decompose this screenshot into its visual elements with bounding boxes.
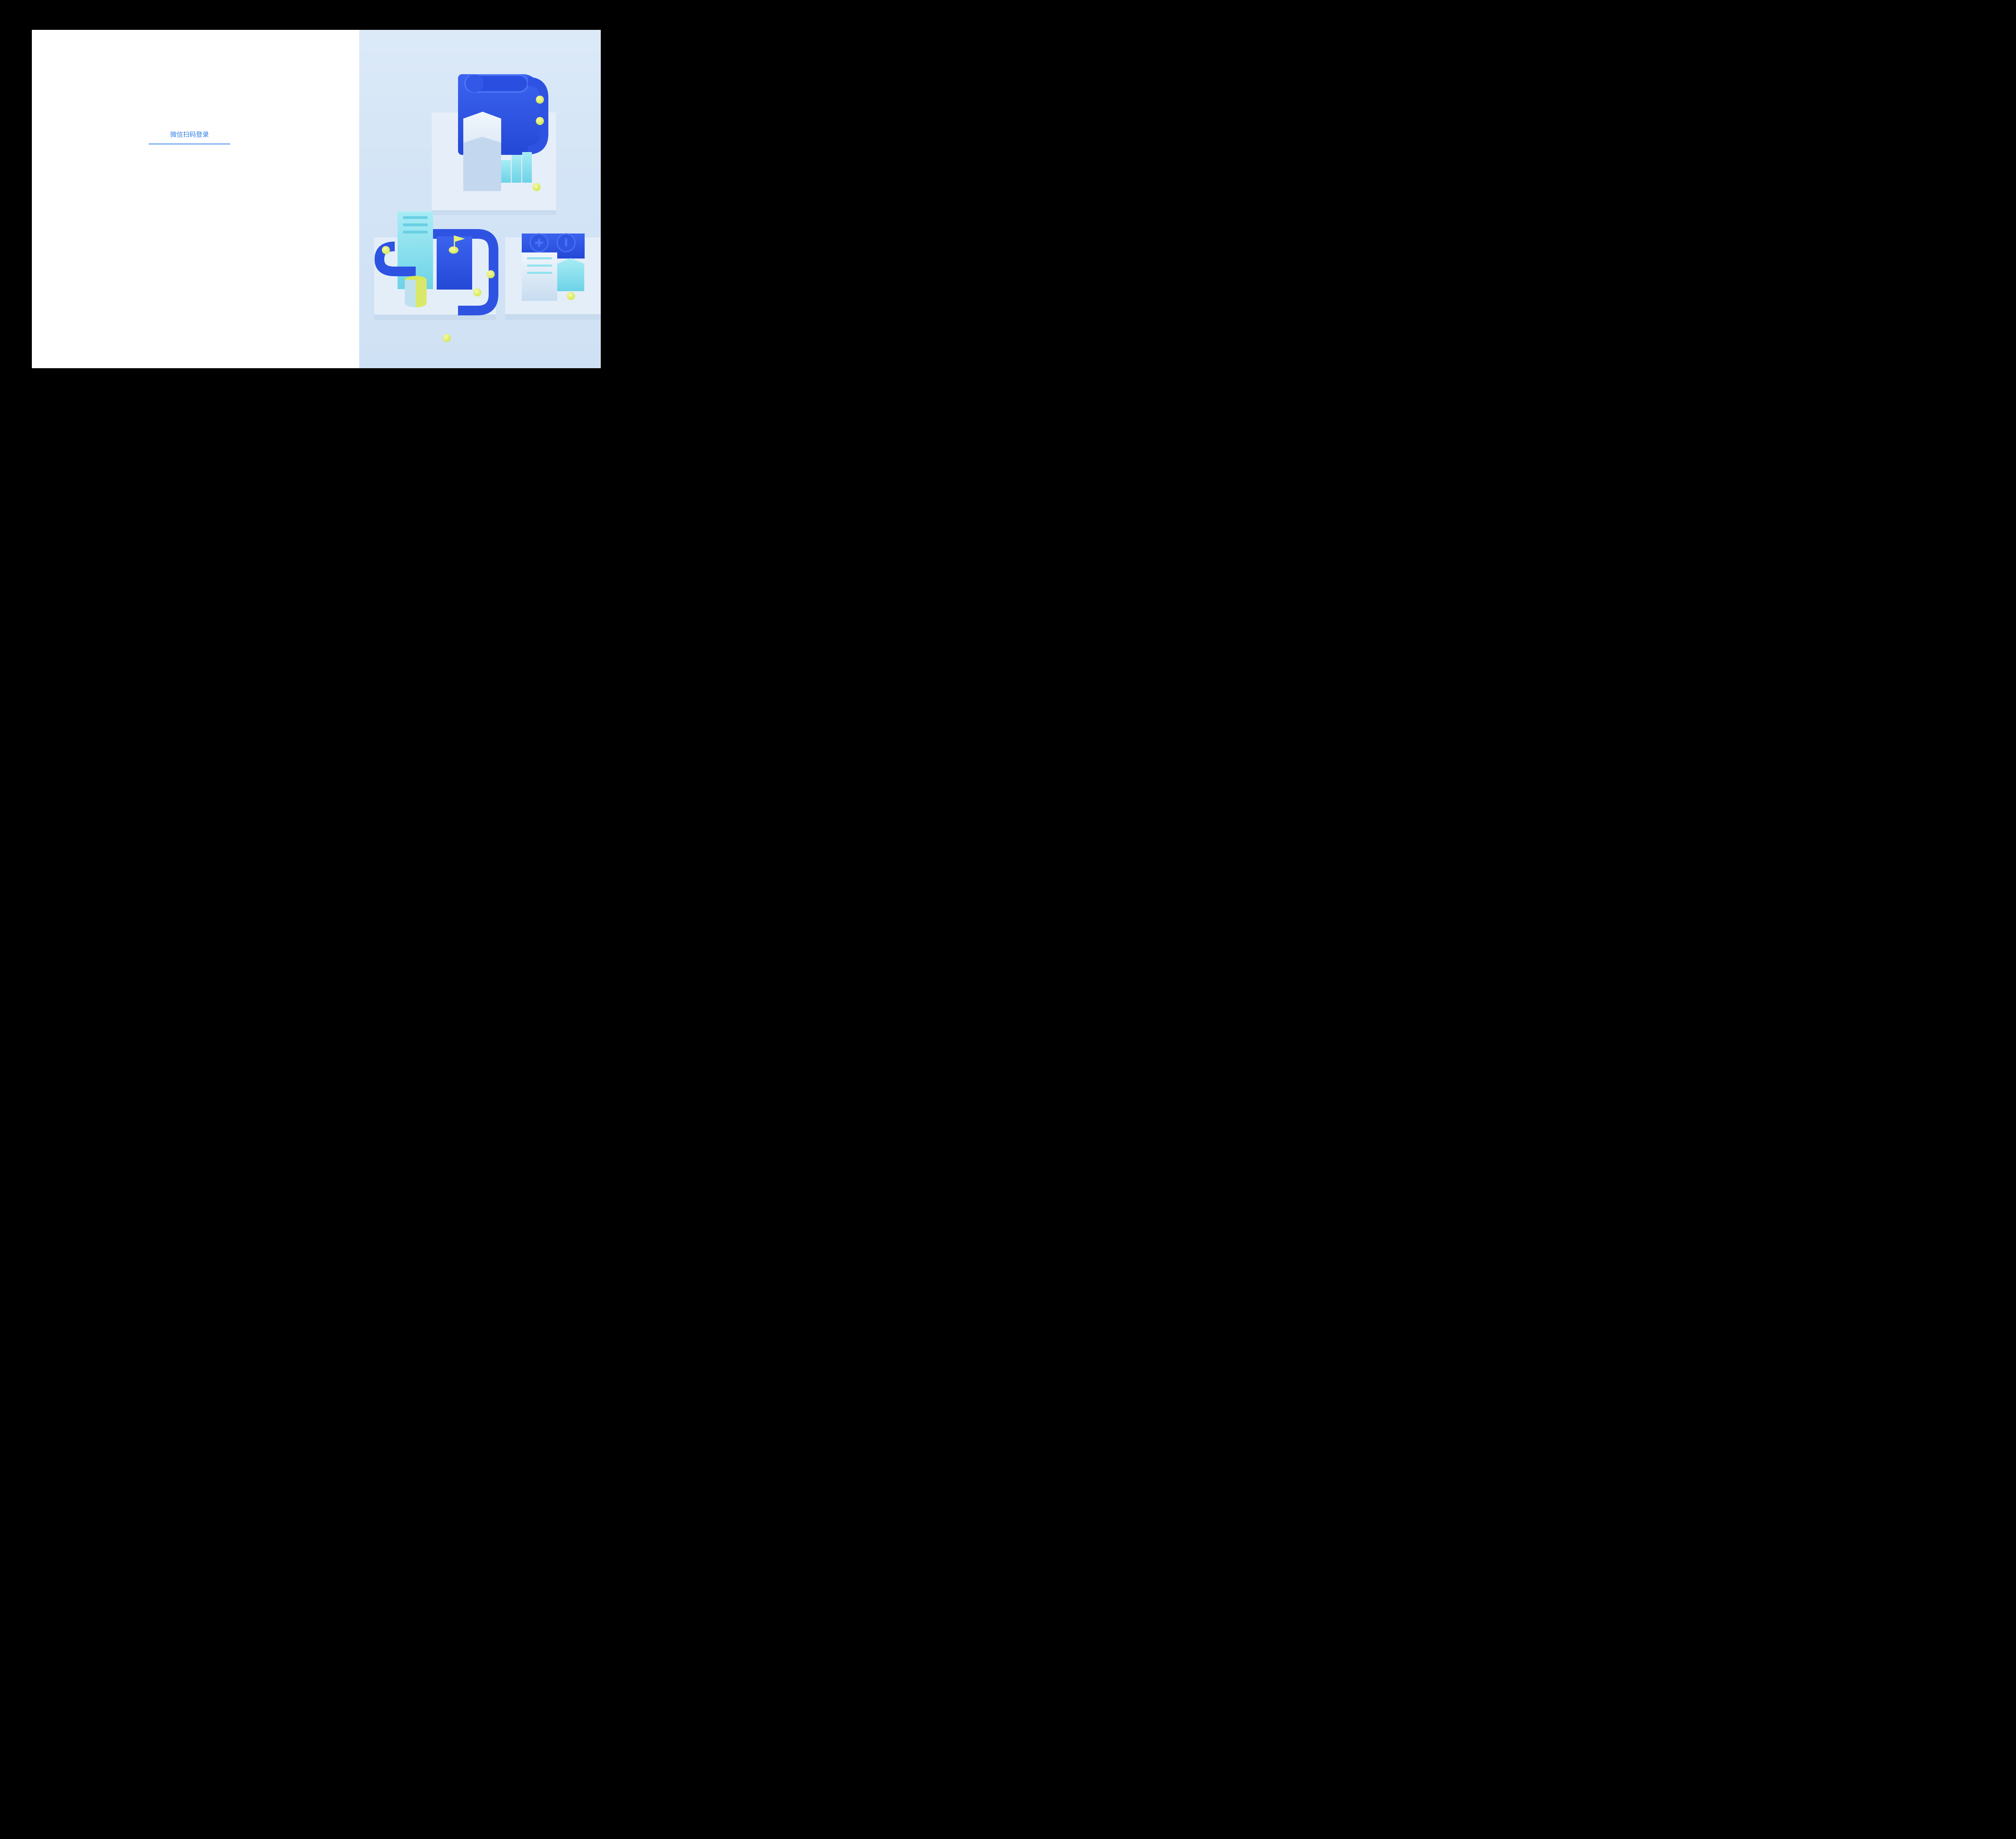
bar-chart-bar-3 [522, 152, 532, 183]
top-platform-edge [432, 210, 556, 215]
document-line [527, 272, 552, 274]
top-platform-group [432, 74, 556, 215]
bar-chart-bar-2 [512, 155, 521, 183]
document-line [527, 257, 552, 259]
tab-wechat-qr-login-label: 微信扫码登录 [170, 131, 209, 138]
flag-base [449, 246, 458, 254]
bottom-left-platform-edge [374, 315, 496, 320]
cyan-house-block [557, 258, 584, 291]
pie-slice [416, 280, 427, 307]
isometric-city-illustration [374, 74, 601, 342]
bottom-right-platform-edge [505, 314, 601, 320]
yellow-ball [536, 117, 544, 125]
yellow-ball [567, 292, 575, 300]
yellow-ball [443, 334, 451, 342]
yellow-ball [382, 246, 390, 254]
bar-chart-bar-1 [501, 160, 511, 183]
yellow-ball [536, 96, 544, 104]
bottom-right-platform-group [505, 233, 601, 320]
document-line [403, 231, 428, 234]
login-card: 微信扫码登录 [32, 30, 601, 368]
yellow-ball [473, 288, 481, 296]
hero-illustration [359, 30, 601, 368]
power-icon-line [565, 238, 567, 247]
login-panel: 微信扫码登录 [32, 30, 359, 368]
tab-wechat-qr-login[interactable]: 微信扫码登录 [149, 130, 230, 144]
tube-knob [466, 75, 483, 92]
document-line [403, 223, 428, 226]
yellow-ball [533, 183, 541, 191]
plus-icon-v [538, 239, 540, 247]
yellow-ball [487, 270, 495, 278]
document-line [403, 216, 428, 219]
white-document-block [522, 252, 557, 301]
white-building-lower [463, 137, 501, 191]
bottom-left-platform-group [374, 212, 498, 320]
document-line [527, 265, 552, 267]
